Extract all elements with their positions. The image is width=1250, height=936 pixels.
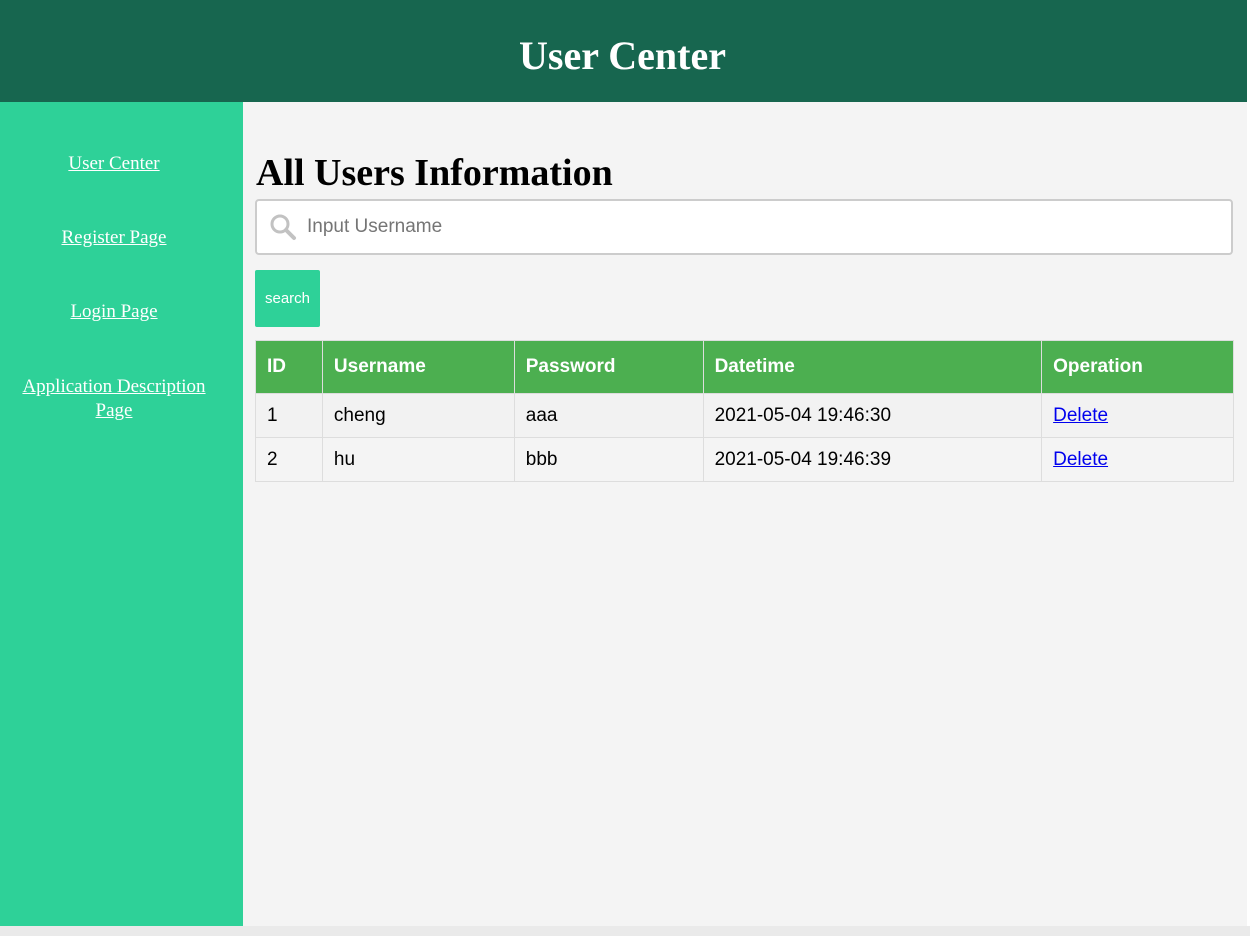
- cell-password: bbb: [513, 437, 704, 482]
- column-header-password: Password: [513, 340, 704, 394]
- sidebar-item-label-line-2: Page: [95, 400, 133, 421]
- column-header-id: ID: [255, 340, 323, 394]
- sidebar: User Center Register Page Login Page App…: [0, 102, 243, 926]
- users-table: ID Username Password Datetime Operation …: [255, 340, 1234, 482]
- column-header-operation: Operation: [1041, 340, 1234, 394]
- table-row: 1 cheng aaa 2021-05-04 19:46:30 Delete: [255, 393, 1234, 438]
- cell-operation: Delete: [1041, 437, 1234, 482]
- cell-username: hu: [321, 437, 515, 482]
- sidebar-item-label-line-1: Application Description: [22, 376, 206, 397]
- search-box[interactable]: [255, 199, 1233, 255]
- column-header-username: Username: [321, 340, 515, 394]
- sidebar-item-user-center[interactable]: User Center: [0, 152, 228, 176]
- cell-username: cheng: [321, 393, 515, 438]
- page-title: All Users Information: [256, 152, 613, 194]
- search-input[interactable]: [307, 203, 1207, 251]
- sidebar-item-login-page[interactable]: Login Page: [0, 300, 228, 324]
- column-header-datetime: Datetime: [702, 340, 1043, 394]
- bottom-scroll-area: [0, 926, 1250, 936]
- cell-datetime: 2021-05-04 19:46:30: [702, 393, 1043, 438]
- table-row: 2 hu bbb 2021-05-04 19:46:39 Delete: [255, 437, 1234, 482]
- cell-id: 1: [255, 393, 323, 438]
- header-bar: User Center: [0, 0, 1247, 102]
- sidebar-item-register-page[interactable]: Register Page: [0, 226, 228, 250]
- delete-link[interactable]: Delete: [1053, 449, 1108, 470]
- app-title: User Center: [519, 32, 726, 78]
- main-content: All Users Information search ID Username…: [243, 102, 1247, 926]
- delete-link[interactable]: Delete: [1053, 405, 1108, 426]
- cell-datetime: 2021-05-04 19:46:39: [702, 437, 1043, 482]
- search-button[interactable]: search: [255, 270, 320, 327]
- search-icon: [269, 213, 297, 241]
- cell-password: aaa: [513, 393, 704, 438]
- sidebar-item-application-description-page[interactable]: Application Description Page: [0, 375, 228, 423]
- table-header-row: ID Username Password Datetime Operation: [255, 340, 1234, 394]
- cell-operation: Delete: [1041, 393, 1234, 438]
- cell-id: 2: [255, 437, 323, 482]
